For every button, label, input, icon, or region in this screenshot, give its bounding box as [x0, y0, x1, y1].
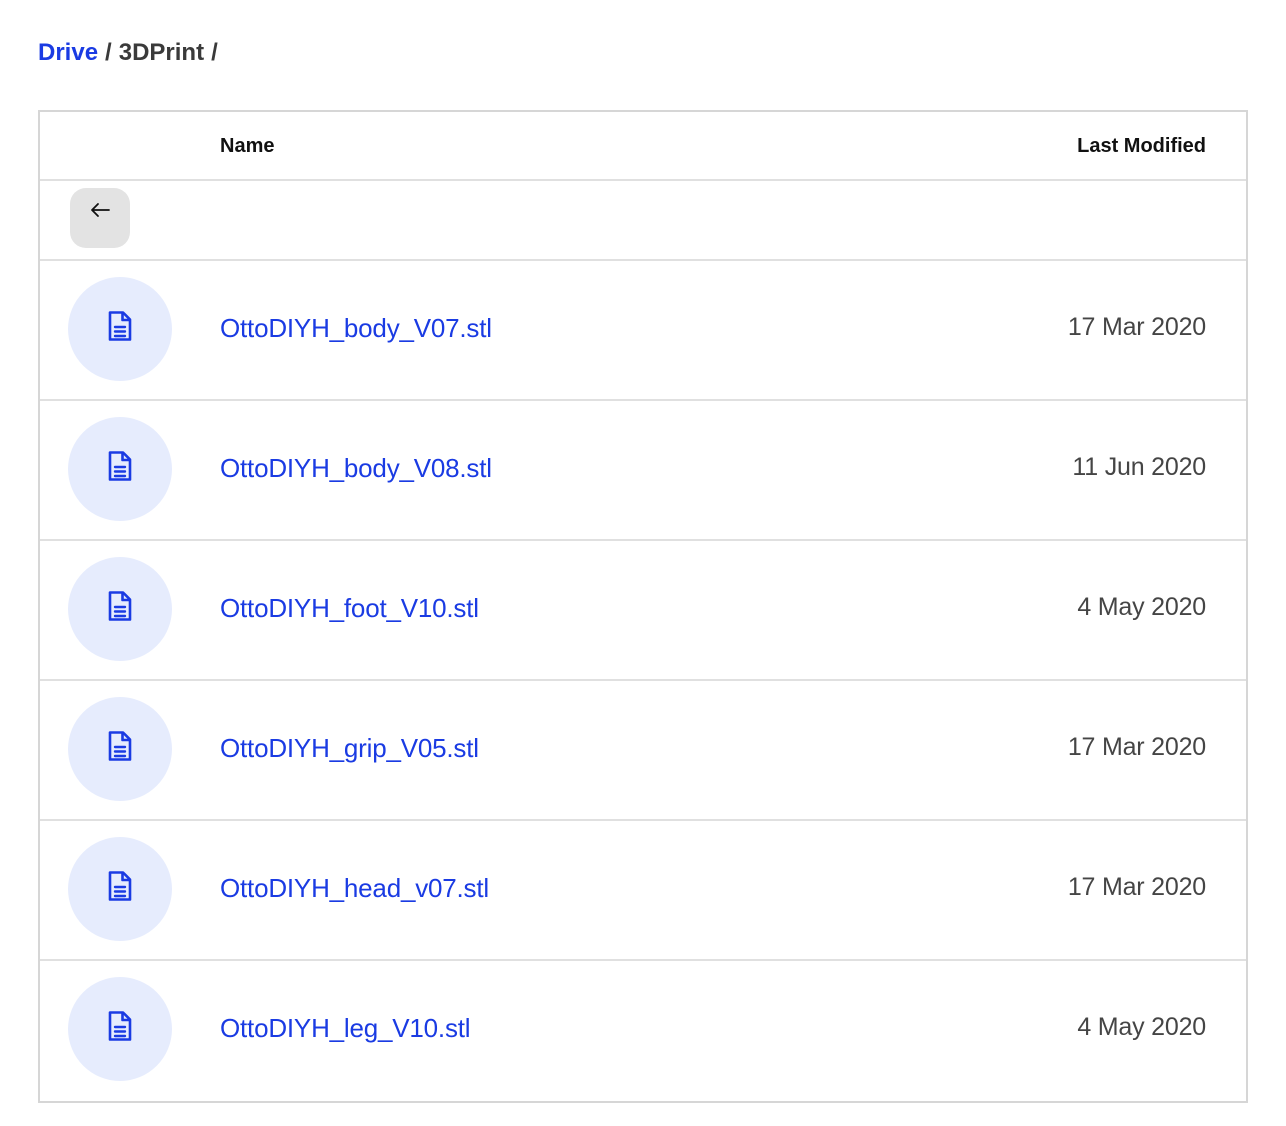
file-table: Name Last Modified OttoDIYH_body_V07.stl… — [38, 110, 1248, 1103]
file-row[interactable]: OttoDIYH_body_V07.stl 17 Mar 2020 — [40, 261, 1246, 401]
file-last-modified: 4 May 2020 — [1077, 593, 1206, 621]
file-row[interactable]: OttoDIYH_head_v07.stl 17 Mar 2020 — [40, 821, 1246, 961]
file-name-link[interactable]: OttoDIYH_foot_V10.stl — [220, 593, 479, 624]
file-name-link[interactable]: OttoDIYH_body_V08.stl — [220, 453, 492, 484]
file-icon-badge — [68, 697, 172, 801]
file-name-link[interactable]: OttoDIYH_leg_V10.stl — [220, 1013, 471, 1044]
file-icon-badge — [68, 417, 172, 521]
file-text-icon — [108, 1011, 132, 1041]
file-name-link[interactable]: OttoDIYH_body_V07.stl — [220, 313, 492, 344]
file-row[interactable]: OttoDIYH_foot_V10.stl 4 May 2020 — [40, 541, 1246, 681]
back-row — [40, 181, 1246, 261]
breadcrumb-trailing-separator: / — [211, 39, 218, 66]
arrow-left-icon — [91, 203, 110, 217]
file-text-icon — [108, 451, 132, 481]
file-last-modified: 11 Jun 2020 — [1072, 453, 1206, 481]
breadcrumb-current-folder: 3DPrint — [118, 39, 205, 66]
file-last-modified: 17 Mar 2020 — [1067, 873, 1206, 901]
file-text-icon — [108, 591, 132, 621]
file-text-icon — [108, 311, 132, 341]
file-last-modified: 17 Mar 2020 — [1067, 313, 1206, 341]
file-last-modified: 17 Mar 2020 — [1067, 733, 1206, 761]
file-icon-badge — [68, 557, 172, 661]
file-text-icon — [108, 871, 132, 901]
back-button[interactable] — [70, 188, 130, 248]
file-text-icon — [108, 731, 132, 761]
column-header-last-modified[interactable]: Last Modified — [1077, 112, 1206, 181]
file-row[interactable]: OttoDIYH_grip_V05.stl 17 Mar 2020 — [40, 681, 1246, 821]
breadcrumb-separator: / — [105, 39, 112, 66]
column-header-name[interactable]: Name — [220, 112, 274, 181]
file-row[interactable]: OttoDIYH_body_V08.stl 11 Jun 2020 — [40, 401, 1246, 541]
file-name-link[interactable]: OttoDIYH_grip_V05.stl — [220, 733, 479, 764]
file-icon-badge — [68, 837, 172, 941]
file-icon-badge — [68, 277, 172, 381]
breadcrumb-drive-link[interactable]: Drive — [38, 39, 98, 67]
file-last-modified: 4 May 2020 — [1077, 1013, 1206, 1041]
file-icon-badge — [68, 977, 172, 1081]
file-row[interactable]: OttoDIYH_leg_V10.stl 4 May 2020 — [40, 961, 1246, 1101]
breadcrumb: Drive / 3DPrint / — [38, 36, 218, 70]
file-name-link[interactable]: OttoDIYH_head_v07.stl — [220, 873, 489, 904]
table-header-row: Name Last Modified — [40, 112, 1246, 181]
